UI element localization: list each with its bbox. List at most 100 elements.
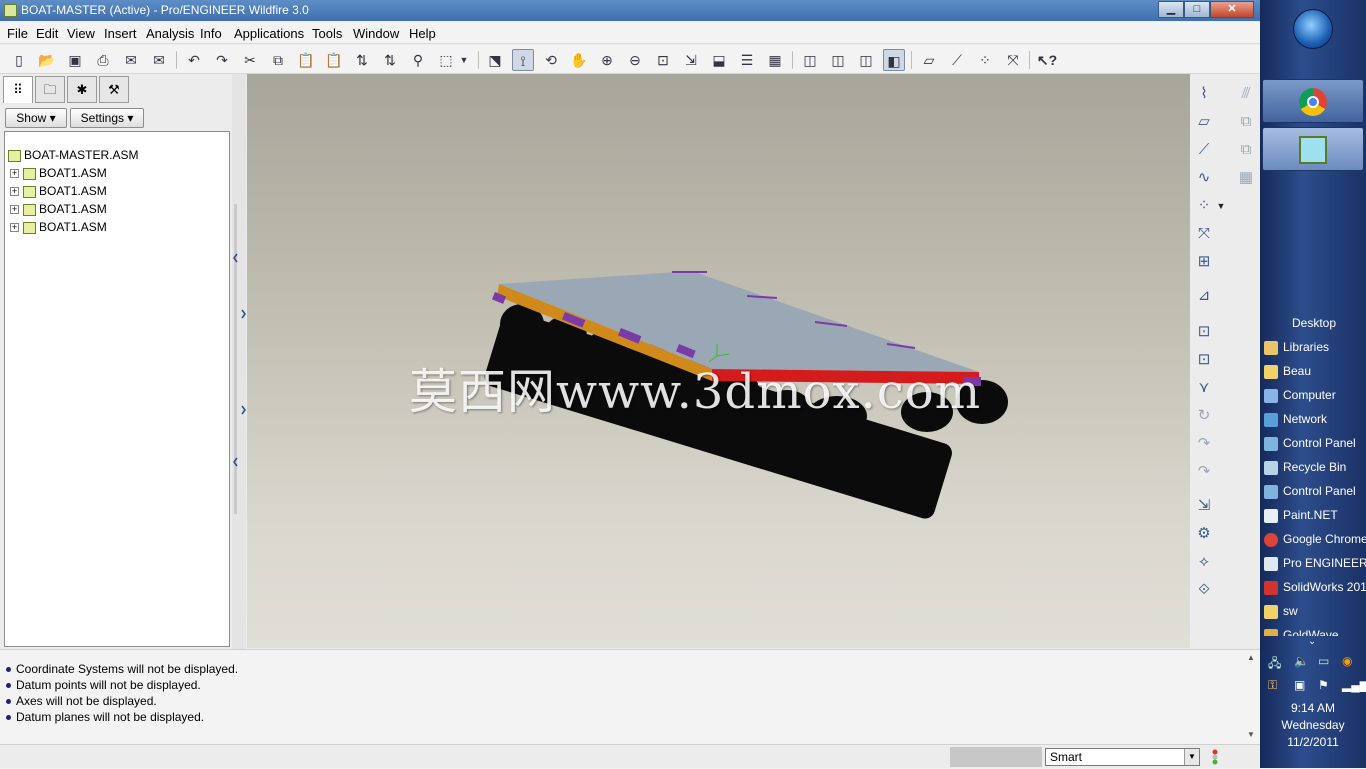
tree-item[interactable]: + BOAT1.ASM xyxy=(10,182,107,200)
menu-help[interactable]: Help xyxy=(409,26,436,41)
menu-insert[interactable]: Insert xyxy=(104,26,137,41)
folder-browser-icon[interactable]: 🗀 xyxy=(35,76,65,103)
analysis-feature-icon[interactable]: ⊞ xyxy=(1192,250,1216,274)
coord-sys-icon[interactable]: ⤧ xyxy=(1002,49,1024,71)
wireframe-icon[interactable]: ◫ xyxy=(799,49,821,71)
minimize-button[interactable]: ▁ xyxy=(1158,1,1184,18)
desktop-item-google-chrome[interactable]: Google Chrome xyxy=(1264,528,1366,550)
network-tray-icon[interactable]: 🖧 xyxy=(1268,654,1281,675)
zoom-in-icon[interactable]: ⊕ xyxy=(596,49,618,71)
no-hidden-icon[interactable]: ◫ xyxy=(855,49,877,71)
redo-icon[interactable]: ↷ xyxy=(211,49,233,71)
desktop-item-sw[interactable]: sw xyxy=(1264,600,1366,622)
coord-sys-tool-icon[interactable]: ⤧ xyxy=(1192,222,1216,246)
regenerate-icon[interactable]: ⇅ xyxy=(351,49,373,71)
grid-icon[interactable]: ▦ xyxy=(1234,166,1258,190)
menu-window[interactable]: Window xyxy=(353,26,399,41)
save-icon[interactable]: ▣ xyxy=(64,49,86,71)
maximize-button[interactable]: □ xyxy=(1184,1,1210,18)
view-manager-icon[interactable]: ▦ xyxy=(764,49,786,71)
paste-special-icon[interactable]: 📋 xyxy=(323,49,345,71)
create-component-icon[interactable]: ⊡ xyxy=(1192,348,1216,372)
saved-views-icon[interactable]: ⬓ xyxy=(708,49,730,71)
undo-icon[interactable]: ↶ xyxy=(183,49,205,71)
repaint-icon[interactable]: ⬔ xyxy=(484,49,506,71)
desktop-item-control-panel-2[interactable]: Control Panel xyxy=(1264,480,1366,502)
desktop-item-paint-net[interactable]: Paint.NET xyxy=(1264,504,1366,526)
graphics-window[interactable]: 莫西网www.3dmox.com xyxy=(247,74,1190,648)
taskbar-proe-button[interactable] xyxy=(1262,127,1364,171)
datum-axes-icon[interactable]: ⟋ xyxy=(946,49,968,71)
chevron-down-icon[interactable]: ▼ xyxy=(1214,194,1228,218)
context-help-icon[interactable]: ↖? xyxy=(1036,49,1058,71)
tree-item[interactable]: + BOAT1.ASM xyxy=(10,200,107,218)
tree-item[interactable]: + BOAT1.ASM xyxy=(10,164,107,182)
assemble-icon[interactable]: ⊡ xyxy=(1192,320,1216,344)
desktop-item-beau[interactable]: Beau xyxy=(1264,360,1366,382)
chevron-down-icon[interactable]: ▼ xyxy=(457,49,471,71)
menu-edit[interactable]: Edit xyxy=(36,26,58,41)
menu-tools[interactable]: Tools xyxy=(312,26,342,41)
volume-icon[interactable]: 🔈 xyxy=(1294,654,1309,668)
show-button[interactable]: Show ▾ xyxy=(5,108,67,128)
hidden-line-icon[interactable]: ◫ xyxy=(827,49,849,71)
datum-curve-icon[interactable]: ∿ xyxy=(1192,166,1216,190)
copy-icon[interactable]: ⧉ xyxy=(267,49,289,71)
component-icon[interactable]: ⊿ xyxy=(1192,284,1216,308)
pattern-icon[interactable]: ⧉ xyxy=(1234,110,1258,134)
device-icon[interactable]: ▣ xyxy=(1294,678,1305,692)
datum-plane-tool-icon[interactable]: ▱ xyxy=(1192,110,1216,134)
desktop-item-control-panel[interactable]: Control Panel xyxy=(1264,432,1366,454)
copy-feature-icon[interactable]: ⧉ xyxy=(1234,138,1258,162)
shell-icon[interactable]: ⟐ xyxy=(1192,578,1216,602)
tree-root[interactable]: BOAT-MASTER.ASM xyxy=(8,146,138,164)
flag-icon[interactable]: ⚑ xyxy=(1318,678,1329,692)
taskbar-chrome-button[interactable] xyxy=(1262,79,1364,123)
datum-point-tool-icon[interactable]: ⁘ xyxy=(1192,194,1216,218)
expand-icon[interactable]: + xyxy=(10,223,19,233)
open-icon[interactable]: 📂 xyxy=(36,49,58,71)
desktop-item-computer[interactable]: Computer xyxy=(1264,384,1366,406)
skeleton-icon[interactable]: ⋎ xyxy=(1192,376,1216,400)
layers-icon[interactable]: ☰ xyxy=(736,49,758,71)
model-tree-icon[interactable]: ⠿ xyxy=(3,76,33,103)
desktop-item-recycle-bin[interactable]: Recycle Bin xyxy=(1264,456,1366,478)
spin-center-icon[interactable]: ⟟ xyxy=(512,49,534,71)
round-icon[interactable]: ⚙ xyxy=(1192,522,1216,546)
chevron-down-icon[interactable]: ▼ xyxy=(1184,749,1199,765)
pan-icon[interactable]: ✋ xyxy=(568,49,590,71)
sketch-tool-icon[interactable]: ⌇ xyxy=(1192,82,1216,106)
regen-manager-icon[interactable]: ⇅ xyxy=(379,49,401,71)
scroll-up-icon[interactable]: ▲ xyxy=(1247,653,1255,662)
shading-icon[interactable]: ◧ xyxy=(883,49,905,71)
menu-file[interactable]: File xyxy=(7,26,28,41)
mirror-icon[interactable]: ⫻ xyxy=(1234,82,1258,106)
blend-icon[interactable]: ↷ xyxy=(1192,460,1216,484)
select-box-icon[interactable]: ⬚ xyxy=(435,49,457,71)
find-icon[interactable]: ⚲ xyxy=(407,49,429,71)
reorient-icon[interactable]: ⇲ xyxy=(680,49,702,71)
hole-icon[interactable]: ⇲ xyxy=(1192,494,1216,518)
panel-splitter[interactable] xyxy=(232,74,246,649)
selection-filter[interactable]: Smart ▼ xyxy=(1045,748,1200,766)
connections-icon[interactable]: ⚒ xyxy=(99,76,129,103)
expand-icon[interactable]: + xyxy=(10,187,19,197)
start-button[interactable] xyxy=(1293,9,1333,49)
signal-icon[interactable]: ▂▄▆ xyxy=(1342,678,1366,692)
menu-view[interactable]: View xyxy=(67,26,95,41)
clock[interactable]: 9:14 AM Wednesday 11/2/2011 xyxy=(1262,700,1364,751)
print-icon[interactable]: ⎙ xyxy=(92,49,114,71)
datum-points-icon[interactable]: ⁘ xyxy=(974,49,996,71)
desktop-item-goldwave[interactable]: GoldWave xyxy=(1264,624,1366,636)
sweep-icon[interactable]: ↷ xyxy=(1192,432,1216,456)
menu-analysis[interactable]: Analysis xyxy=(146,26,194,41)
close-button[interactable]: ✕ xyxy=(1210,1,1254,18)
cut-icon[interactable]: ✂ xyxy=(239,49,261,71)
favorites-icon[interactable]: ✱ xyxy=(67,76,97,103)
menu-info[interactable]: Info xyxy=(200,26,222,41)
new-icon[interactable]: ▯ xyxy=(8,49,30,71)
orient-mode-icon[interactable]: ⟲ xyxy=(540,49,562,71)
tree-item[interactable]: + BOAT1.ASM xyxy=(10,218,107,236)
expand-icon[interactable]: + xyxy=(10,169,19,179)
datum-axis-tool-icon[interactable]: ⟋ xyxy=(1192,138,1216,162)
